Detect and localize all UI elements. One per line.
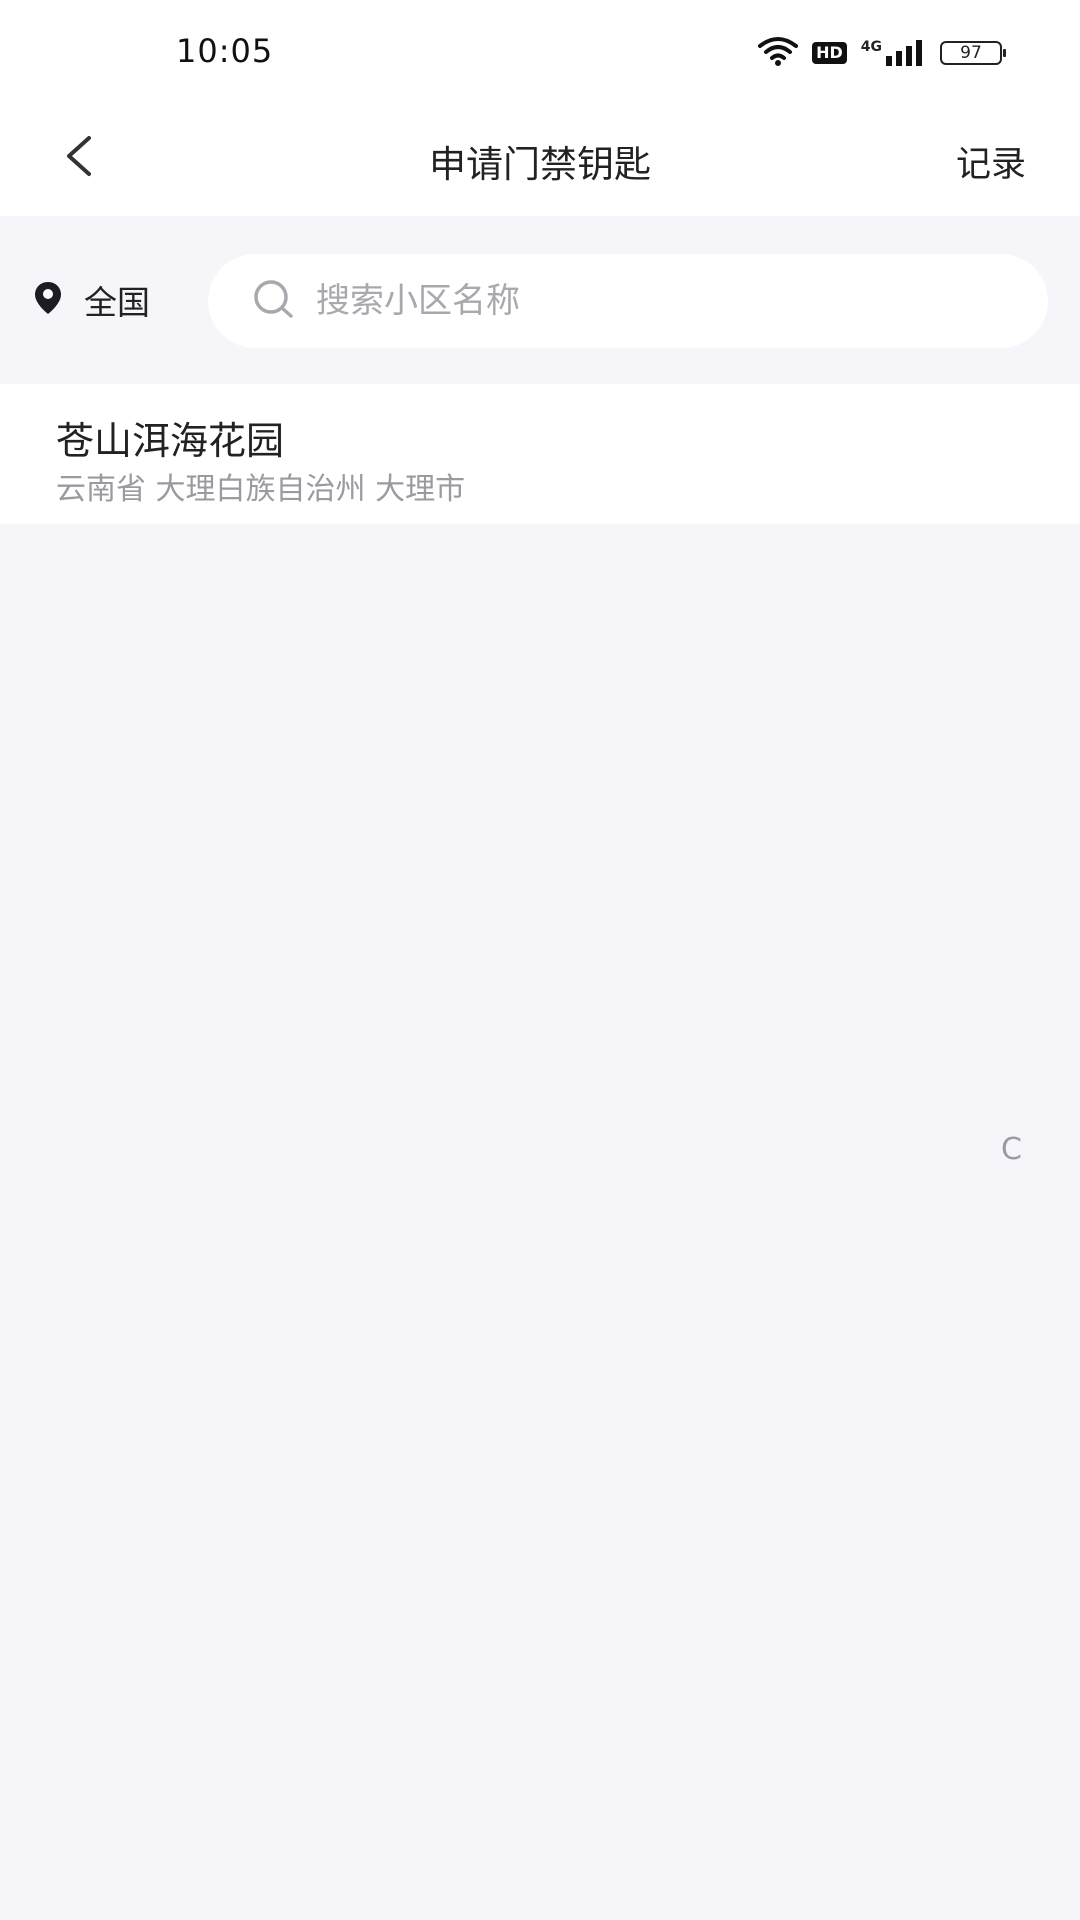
status-bar: 10:05 HD 4G 97 [0, 0, 1080, 100]
signal-icon: 4G [861, 40, 926, 66]
map-pin-icon [34, 281, 62, 319]
location-label: 全国 [84, 283, 150, 322]
battery-icon: 97 [940, 41, 1006, 65]
community-address: 云南省 大理白族自治州 大理市 [56, 472, 466, 507]
index-letter-c[interactable]: C [1001, 1132, 1022, 1167]
search-input[interactable] [314, 280, 1018, 322]
hd-icon: HD [812, 42, 847, 64]
nav-bar: 申请门禁钥匙 记录 [0, 100, 1080, 216]
search-box[interactable] [208, 254, 1048, 348]
battery-level: 97 [960, 43, 982, 63]
search-icon [252, 279, 296, 323]
wifi-icon [758, 36, 799, 70]
network-type: 4G [860, 39, 882, 55]
list-item[interactable]: 苍山洱海花园 云南省 大理白族自治州 大理市 [0, 384, 1080, 524]
location-selector[interactable]: 全国 [34, 276, 150, 324]
status-icons: HD 4G 97 [758, 36, 1006, 70]
record-button[interactable]: 记录 [956, 136, 1026, 187]
status-time: 10:05 [176, 32, 274, 70]
page-title: 申请门禁钥匙 [429, 143, 651, 186]
community-name: 苍山洱海花园 [56, 419, 285, 463]
search-area: 全国 [0, 216, 1080, 382]
